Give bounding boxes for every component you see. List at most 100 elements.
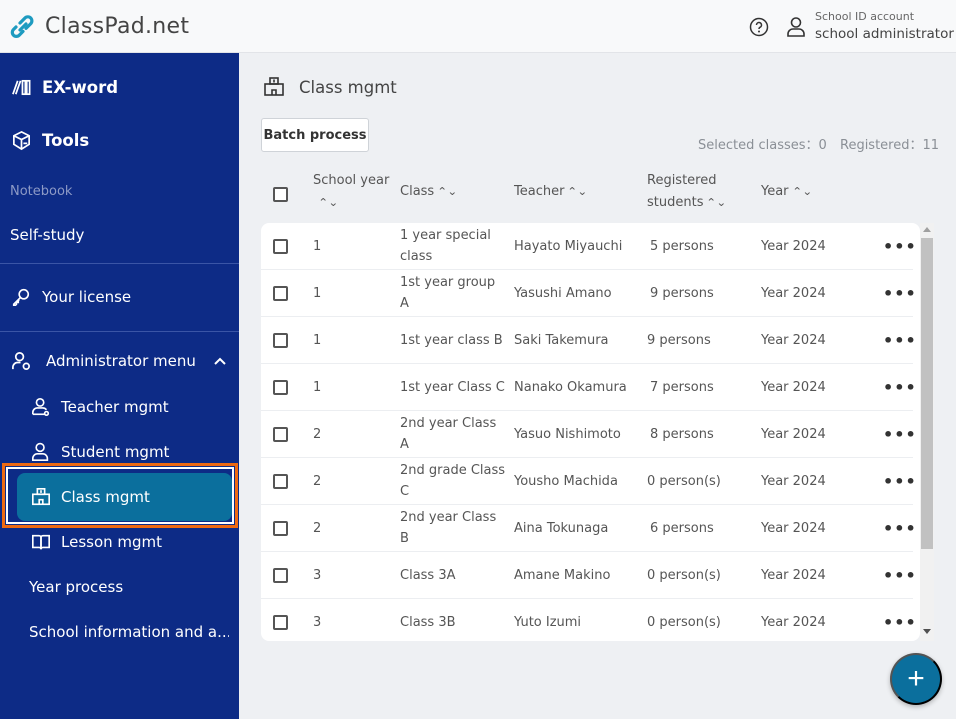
more-options-icon[interactable]: •••: [883, 599, 917, 641]
table-row[interactable]: 2 2nd grade Class C Yousho Machida 0 person(…: [261, 458, 916, 505]
sidebar-item-self-study[interactable]: Self-study: [10, 224, 249, 246]
column-header-year[interactable]: Year ⌃⌄: [761, 181, 812, 203]
sidebar-item-class-mgmt[interactable]: Class mgmt: [31, 486, 231, 508]
cell-class[interactable]: 1st year class B: [400, 317, 510, 363]
cell-class[interactable]: 2nd year Class B: [400, 505, 510, 551]
table-row[interactable]: 2 2nd year Class A Yasuo Nishimoto 8 persons…: [261, 411, 916, 458]
cell-school-year: 1: [313, 379, 322, 395]
cell-teacher: Yuto Izumi: [514, 614, 582, 630]
account-type: School ID account: [815, 10, 915, 23]
scroll-down-arrow-icon[interactable]: [923, 629, 931, 634]
table-row[interactable]: 1 1st year group A Yasushi Amano 9 persons Ye…: [261, 270, 916, 317]
sidebar-item-student-mgmt[interactable]: Student mgmt: [31, 441, 270, 463]
column-header-label: Year: [761, 184, 789, 199]
cell-class[interactable]: Class 3B: [400, 599, 510, 641]
school-building-icon: [264, 77, 284, 96]
cell-registered-students: 8 persons: [650, 426, 714, 442]
column-header-label: students: [647, 195, 704, 210]
row-checkbox[interactable]: [273, 567, 288, 583]
sidebar-divider: [0, 331, 239, 332]
cell-class[interactable]: Class 3A: [400, 552, 510, 598]
cell-school-year: 1: [313, 238, 322, 254]
cell-teacher: Nanako Okamura: [514, 379, 627, 395]
sidebar-item-label: Student mgmt: [61, 443, 170, 461]
sidebar-item-lesson-mgmt[interactable]: Lesson mgmt: [31, 531, 270, 553]
sort-icon[interactable]: ⌃⌄: [792, 181, 812, 203]
more-options-icon[interactable]: •••: [883, 458, 917, 504]
scroll-up-arrow-icon[interactable]: [923, 227, 931, 232]
row-checkbox[interactable]: [273, 520, 288, 536]
sidebar-item-year-process[interactable]: Year process: [29, 576, 268, 598]
sidebar-item-teacher-mgmt[interactable]: Teacher mgmt: [31, 396, 270, 418]
account-info[interactable]: School ID account school administrator: [815, 10, 954, 44]
table-row[interactable]: 1 1st year Class C Nanako Okamura 7 persons…: [261, 364, 916, 411]
cell-school-year: 3: [313, 567, 322, 583]
table-row[interactable]: 1 1 year special class Hayato Miyauchi 5 per…: [261, 223, 916, 270]
cell-year: Year 2024: [761, 614, 826, 630]
question-circle-icon[interactable]: [749, 17, 769, 37]
page-title-text: Class mgmt: [299, 77, 397, 97]
sidebar-item-label: Your license: [42, 288, 132, 306]
column-header-registered-students[interactable]: Registered students ⌃⌄: [647, 170, 727, 214]
column-header-school-year[interactable]: School year ⌃⌄: [313, 170, 389, 214]
more-options-icon[interactable]: •••: [883, 552, 917, 598]
more-options-icon[interactable]: •••: [883, 270, 917, 316]
row-checkbox[interactable]: [273, 238, 288, 254]
select-all-checkbox[interactable]: [273, 187, 288, 202]
cell-class[interactable]: 1st year group A: [400, 270, 510, 316]
column-header-class[interactable]: Class ⌃⌄: [400, 181, 458, 203]
cell-year: Year 2024: [761, 520, 826, 536]
app-logo[interactable]: ClassPad.net: [10, 12, 189, 40]
cell-registered-students: 0 person(s): [647, 473, 721, 489]
cell-year: Year 2024: [761, 567, 826, 583]
more-options-icon[interactable]: •••: [883, 317, 917, 363]
row-checkbox[interactable]: [273, 426, 288, 442]
column-header-label: Teacher: [514, 184, 565, 199]
cell-registered-students: 9 persons: [650, 285, 714, 301]
cell-registered-students: 0 person(s): [647, 614, 721, 630]
table-row[interactable]: 3 Class 3A Amane Makino 0 person(s) Year 202…: [261, 552, 916, 599]
account-name: school administrator: [815, 26, 954, 42]
sidebar-item-administrator-menu[interactable]: Administrator menu: [11, 350, 226, 372]
add-class-button[interactable]: +: [890, 653, 942, 705]
sidebar-item-school-information[interactable]: School information and a...: [29, 621, 229, 643]
cell-class[interactable]: 2nd year Class A: [400, 411, 510, 457]
scrollbar-thumb[interactable]: [921, 238, 933, 549]
sidebar-item-your-license[interactable]: Your license: [11, 286, 250, 308]
sidebar-item-label: Tools: [42, 130, 90, 150]
more-options-icon[interactable]: •••: [883, 364, 917, 410]
batch-process-button[interactable]: Batch process: [261, 118, 369, 152]
more-options-icon[interactable]: •••: [883, 411, 917, 457]
row-checkbox[interactable]: [273, 332, 288, 348]
row-checkbox[interactable]: [273, 473, 288, 489]
row-checkbox[interactable]: [273, 285, 288, 301]
cell-class[interactable]: 1 year special class: [400, 223, 510, 269]
more-options-icon[interactable]: •••: [883, 505, 917, 551]
table-row[interactable]: 1 1st year class B Saki Takemura 9 persons Y…: [261, 317, 916, 364]
sort-icon[interactable]: ⌃⌄: [318, 192, 338, 214]
sort-icon[interactable]: ⌃⌄: [568, 181, 588, 203]
row-checkbox[interactable]: [273, 379, 288, 395]
table-row[interactable]: 3 Class 3B Yuto Izumi 0 person(s) Year 2024 •…: [261, 599, 916, 641]
chevron-up-icon[interactable]: [214, 357, 226, 365]
table-row[interactable]: 2 2nd year Class B Aina Tokunaga 6 persons Ye…: [261, 505, 916, 552]
sidebar-divider: [0, 263, 239, 264]
school-building-icon: [32, 488, 50, 506]
sort-icon[interactable]: ⌃⌄: [437, 181, 457, 203]
cell-class[interactable]: 2nd grade Class C: [400, 458, 510, 504]
sidebar-item-tools[interactable]: Tools: [11, 128, 231, 152]
cell-registered-students: 0 person(s): [647, 567, 721, 583]
column-header-teacher[interactable]: Teacher ⌃⌄: [514, 181, 588, 203]
sidebar-item-label: Self-study: [10, 226, 85, 244]
class-table: 1 1 year special class Hayato Miyauchi 5 per…: [261, 223, 920, 641]
user-icon[interactable]: [786, 16, 806, 38]
more-options-icon[interactable]: •••: [883, 223, 917, 269]
cell-teacher: Yousho Machida: [514, 473, 618, 489]
cell-class-line1: 1st year group: [400, 275, 496, 290]
row-checkbox[interactable]: [273, 614, 288, 630]
sidebar-item-ex-word[interactable]: EX-word: [11, 75, 231, 99]
sort-icon[interactable]: ⌃⌄: [707, 192, 727, 214]
page-title: Class mgmt: [263, 76, 397, 98]
cell-school-year: 2: [313, 426, 322, 442]
cell-class[interactable]: 1st year Class C: [400, 364, 510, 410]
